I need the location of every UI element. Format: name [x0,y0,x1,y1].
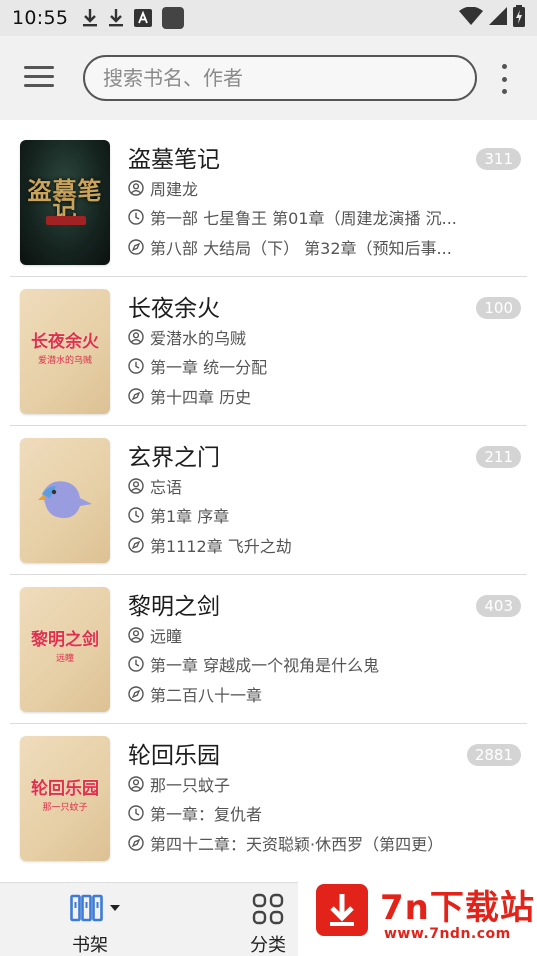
clock-icon [128,209,144,225]
author-row: 远瞳 [128,623,468,647]
clock-icon [128,656,144,672]
last-read-chapter: 第1章 序章 [150,507,230,526]
last-read-chapter: 第一章 统一分配 [150,358,268,377]
search-input[interactable] [103,66,475,90]
top-app-bar [0,36,537,120]
author-name: 那一只蚊子 [150,776,231,795]
latest-chapter: 第八部 大结局（下） 第32章（预知后事... [150,239,452,258]
clock-icon [128,358,144,374]
clock-icon [128,805,144,821]
book-item[interactable]: 盗墓笔记 盗墓笔记 311 周建龙 第一部 七星鲁王 第01章（周建龙演播 沉.… [10,128,527,277]
cover-author-text: 爱潜水的乌贼 [37,356,92,366]
book-cover: 轮回乐园 那一只蚊子 [20,736,110,861]
cover-title-text: 长夜余火 [31,332,99,352]
book-title: 黎明之剑 [128,594,220,620]
author-name: 爱潜水的乌贼 [150,329,247,348]
chapter-count-badge: 100 [476,297,521,319]
watermark-overlay: 7n下载站 www.7ndn.com [298,866,537,956]
last-read-row: 第一章 统一分配 [128,354,468,378]
book-title: 轮回乐园 [128,743,220,769]
author-icon [128,478,144,494]
book-cover: 黎明之剑 远瞳 [20,587,110,712]
app-square-icon [162,7,185,29]
battery-icon [513,5,525,31]
last-read-chapter: 第一部 七星鲁王 第01章（周建龙演播 沉... [150,209,457,228]
latest-chapter: 第1112章 飞升之劫 [150,537,292,556]
bookshelf-list: 盗墓笔记 盗墓笔记 311 周建龙 第一部 七星鲁王 第01章（周建龙演播 沉.… [0,128,537,873]
clock-icon [128,507,144,523]
book-item[interactable]: 长夜余火 爱潜水的乌贼 长夜余火 100 爱潜水的乌贼 第一章 统一分配 第十四… [10,277,527,426]
book-item[interactable]: 玄界之门 211 忘语 第1章 序章 第1112章 飞升之劫 [10,426,527,575]
book-item[interactable]: 黎明之剑 远瞳 黎明之剑 403 远瞳 第一章 穿越成一个视角是什么鬼 第二百八… [10,575,527,724]
last-read-chapter: 第一章 穿越成一个视角是什么鬼 [150,656,380,675]
chapter-count-badge: 2881 [466,744,521,766]
download-icon [108,8,124,28]
signal-icon [489,7,507,29]
more-options-icon[interactable] [497,64,511,94]
book-cover: 盗墓笔记 [20,140,110,265]
author-row: 忘语 [128,474,468,498]
latest-chapter-row: 第十四章 历史 [128,384,468,408]
chapter-count-badge: 311 [476,148,521,170]
book-title: 长夜余火 [128,296,220,322]
author-icon [128,627,144,643]
cover-title-text: 盗墓笔记 [27,176,103,223]
status-bar: 10:55 [0,0,537,36]
tab-bookshelf-label: 书架 [72,935,108,956]
latest-chapter-row: 第八部 大结局（下） 第32章（预知后事... [128,235,468,259]
search-box[interactable] [83,55,477,101]
last-read-row: 第一部 七星鲁王 第01章（周建龙演播 沉... [128,205,468,229]
latest-chapter-row: 第四十二章：天资聪颖·休西罗（第四更） [128,831,468,855]
book-item[interactable]: 轮回乐园 那一只蚊子 轮回乐园 2881 那一只蚊子 第一章：复仇者 第四十二章… [10,724,527,873]
author-row: 爱潜水的乌贼 [128,325,468,349]
chapter-count-badge: 211 [476,446,521,468]
download-logo-icon [316,884,368,936]
last-read-row: 第一章 穿越成一个视角是什么鬼 [128,652,468,676]
download-icon [82,8,98,28]
hamburger-menu-icon[interactable] [24,66,60,90]
author-row: 那一只蚊子 [128,772,468,796]
last-read-chapter: 第一章：复仇者 [150,805,263,824]
last-read-row: 第一章：复仇者 [128,801,468,825]
cover-title-text: 黎明之剑 [31,630,99,650]
grid-category-icon [252,893,284,925]
cover-title-text: 轮回乐园 [31,779,99,799]
default-cover-bird-icon [38,481,92,518]
app-a-icon [134,9,153,27]
cover-tag [46,216,86,225]
book-title: 盗墓笔记 [128,147,220,173]
watermark-brand: 7n下载站 [380,888,535,928]
author-name: 周建龙 [150,180,199,199]
book-title: 玄界之门 [128,445,220,471]
tab-bookshelf[interactable]: 书架 [40,889,140,956]
chapter-count-badge: 403 [476,595,521,617]
last-read-row: 第1章 序章 [128,503,468,527]
author-icon [128,180,144,196]
latest-chapter-row: 第1112章 飞升之劫 [128,533,468,557]
compass-icon [128,388,144,404]
cover-author-text: 那一只蚊子 [42,803,88,813]
compass-icon [128,835,144,851]
latest-chapter-row: 第二百八十一章 [128,682,468,706]
author-icon [128,329,144,345]
author-name: 忘语 [150,478,183,497]
compass-icon [128,239,144,255]
watermark-url: www.7ndn.com [384,926,511,942]
wifi-icon [459,6,483,29]
book-cover: 长夜余火 爱潜水的乌贼 [20,289,110,414]
latest-chapter: 第四十二章：天资聪颖·休西罗（第四更） [150,835,444,854]
compass-icon [128,686,144,702]
compass-icon [128,537,144,553]
author-icon [128,776,144,792]
latest-chapter: 第二百八十一章 [150,686,263,705]
status-time: 10:55 [12,7,69,29]
latest-chapter: 第十四章 历史 [150,388,252,407]
cover-author-text: 远瞳 [55,654,74,664]
author-row: 周建龙 [128,176,468,200]
book-cover [20,438,110,563]
author-name: 远瞳 [150,627,183,646]
bookshelf-icon [70,894,120,922]
